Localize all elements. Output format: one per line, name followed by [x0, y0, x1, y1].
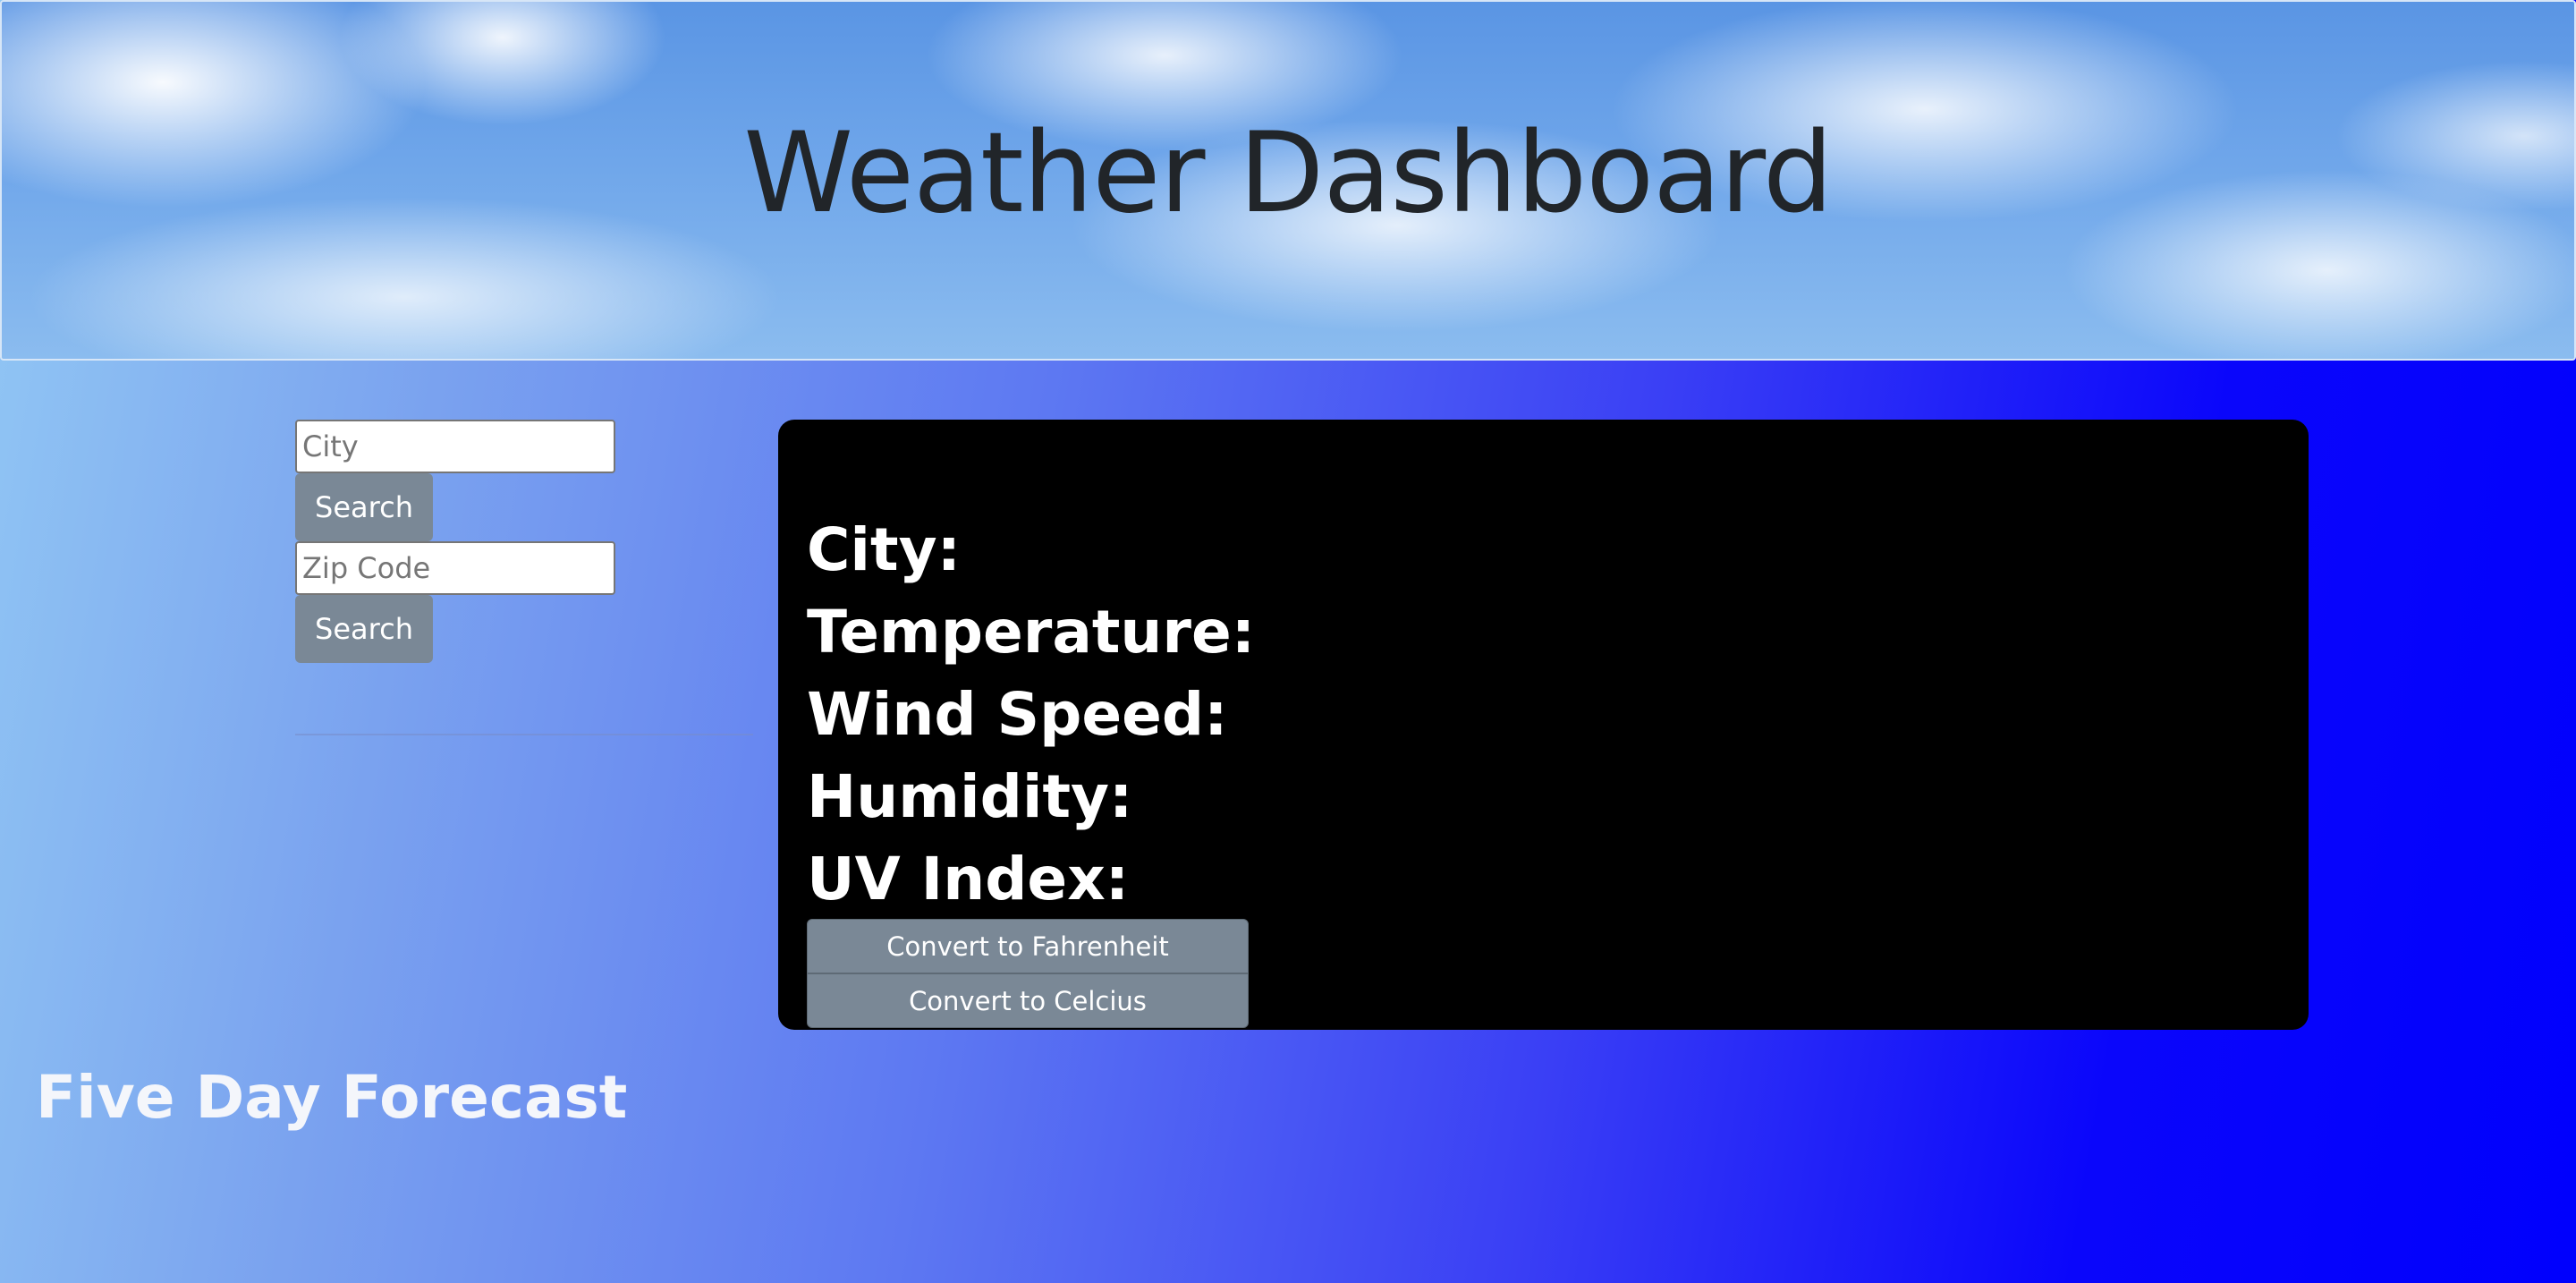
temperature-label: Temperature:: [807, 598, 1256, 667]
zip-code-search-button[interactable]: Search: [295, 595, 433, 663]
search-history-divider: [295, 734, 753, 735]
five-day-forecast-heading: Five Day Forecast: [36, 1063, 628, 1132]
city-search-input[interactable]: [295, 420, 615, 473]
uv-index-label: UV Index:: [807, 845, 1130, 913]
zip-code-search-input[interactable]: [295, 541, 615, 595]
hero-banner: Weather Dashboard: [0, 0, 2576, 361]
convert-to-fahrenheit-button[interactable]: Convert to Fahrenheit: [807, 919, 1249, 973]
search-panel: Search Search: [295, 420, 753, 663]
current-weather-card: City: Temperature: Wind Speed: Humidity:…: [778, 420, 2309, 1030]
page-title: Weather Dashboard: [743, 109, 1833, 238]
city-label: City:: [807, 515, 962, 584]
unit-convert-button-group: Convert to Fahrenheit Convert to Celcius: [807, 919, 1249, 1028]
city-search-button[interactable]: Search: [295, 473, 433, 541]
humidity-label: Humidity:: [807, 762, 1133, 831]
weather-fields: City: Temperature: Wind Speed: Humidity:…: [807, 509, 1255, 921]
convert-to-celcius-button[interactable]: Convert to Celcius: [807, 973, 1249, 1028]
wind-speed-label: Wind Speed:: [807, 680, 1228, 749]
